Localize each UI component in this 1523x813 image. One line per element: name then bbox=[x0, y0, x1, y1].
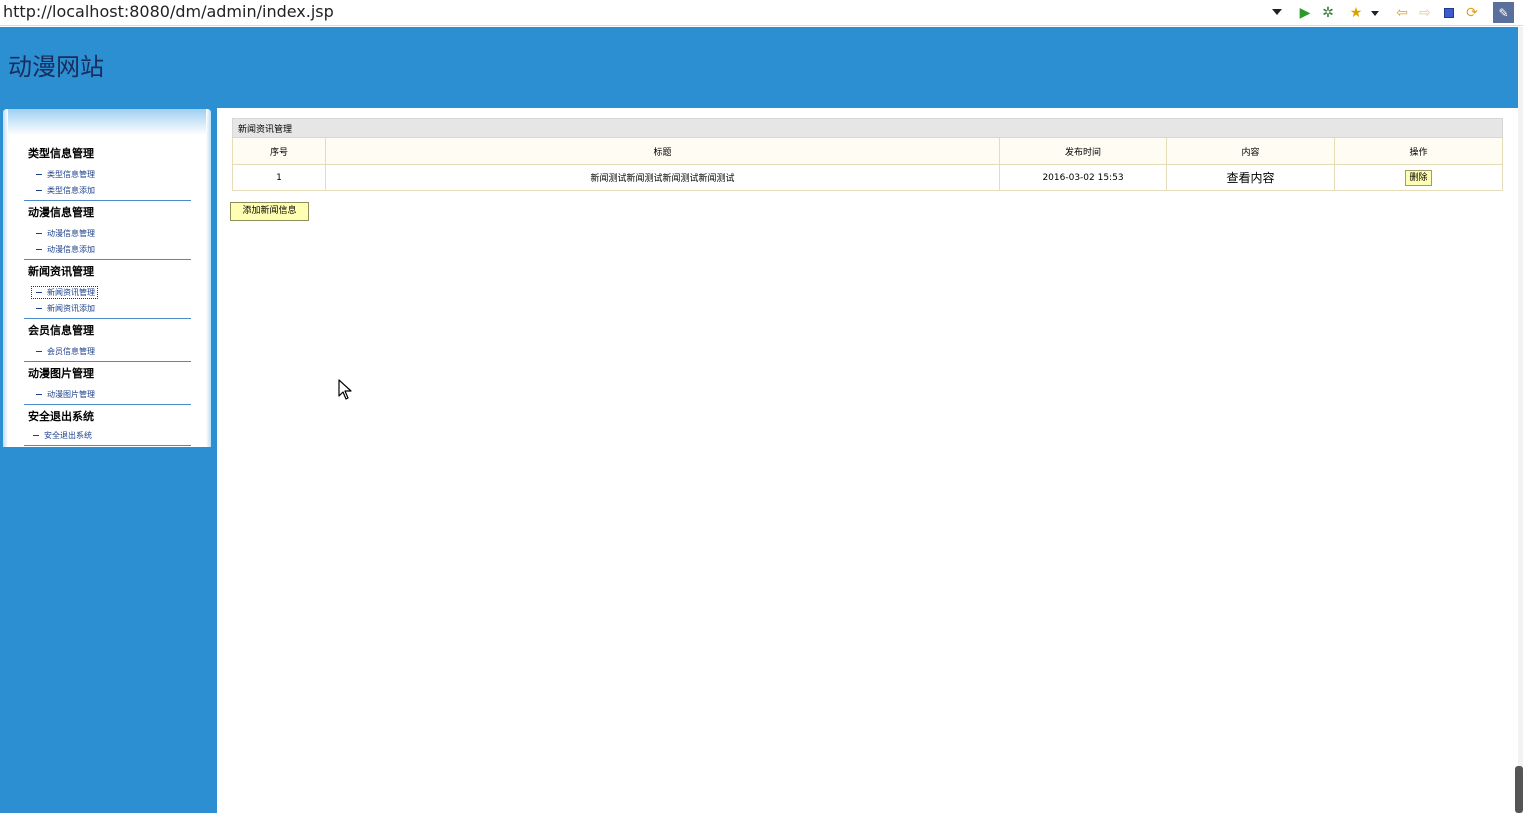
cell-action: 删除 bbox=[1334, 164, 1503, 191]
sidebar-item-news-manage[interactable]: 新闻资讯管理 bbox=[31, 286, 98, 299]
menu-separator bbox=[24, 200, 191, 201]
add-news-button[interactable]: 添加新闻信息 bbox=[230, 202, 309, 221]
site-header: 动漫网站 bbox=[0, 27, 1518, 108]
table-caption-row: 新闻资讯管理 bbox=[232, 118, 1503, 138]
sidebar-item-label: 类型信息管理 bbox=[47, 170, 95, 179]
scrollbar-thumb[interactable] bbox=[1515, 766, 1523, 813]
sidebar-item-label: 类型信息添加 bbox=[47, 186, 95, 195]
sidebar-item-label: 会员信息管理 bbox=[47, 347, 95, 356]
sidebar-item-news-add[interactable]: 新闻资讯添加 bbox=[36, 303, 95, 314]
sidebar-menu: 类型信息管理 类型信息管理 类型信息添加 动漫信息管理 动漫信息管理 动漫信息添… bbox=[3, 109, 211, 447]
dash-icon bbox=[36, 308, 42, 309]
sidebar-item-anime-add[interactable]: 动漫信息添加 bbox=[36, 244, 95, 255]
menu-separator bbox=[24, 259, 191, 260]
menu-group-type: 类型信息管理 bbox=[28, 147, 94, 160]
cell-content: 查看内容 bbox=[1166, 164, 1335, 191]
menu-separator bbox=[24, 404, 191, 405]
menu-left-glow bbox=[3, 109, 8, 447]
dash-icon bbox=[36, 233, 42, 234]
sidebar-item-type-manage[interactable]: 类型信息管理 bbox=[36, 169, 95, 180]
dash-icon bbox=[36, 351, 42, 352]
browser-toolbar: http://localhost:8080/dm/admin/index.jsp… bbox=[0, 0, 1523, 26]
dash-icon bbox=[36, 174, 42, 175]
column-header-time: 发布时间 bbox=[999, 137, 1167, 165]
menu-separator bbox=[24, 445, 191, 446]
news-table: 新闻资讯管理 序号 标题 发布时间 内容 操作 1 新闻测试新闻测试新闻测试新闻… bbox=[232, 118, 1503, 191]
menu-group-image: 动漫图片管理 bbox=[28, 367, 94, 380]
favorite-icon[interactable]: ★ bbox=[1347, 4, 1365, 22]
debug-icon[interactable]: ✲ bbox=[1319, 4, 1337, 22]
back-icon[interactable]: ⇦ bbox=[1393, 4, 1411, 22]
sidebar-item-label: 动漫信息添加 bbox=[47, 245, 95, 254]
refresh-icon[interactable]: ⟳ bbox=[1463, 4, 1481, 22]
mouse-cursor-icon bbox=[338, 379, 352, 400]
sidebar-item-type-add[interactable]: 类型信息添加 bbox=[36, 185, 95, 196]
sidebar-column: 类型信息管理 类型信息管理 类型信息添加 动漫信息管理 动漫信息管理 动漫信息添… bbox=[0, 108, 217, 813]
menu-group-member: 会员信息管理 bbox=[28, 324, 94, 337]
site-title: 动漫网站 bbox=[8, 53, 104, 81]
view-content-link[interactable]: 查看内容 bbox=[1226, 171, 1274, 185]
dash-icon bbox=[36, 394, 42, 395]
column-header-action: 操作 bbox=[1334, 137, 1503, 165]
sidebar-item-label: 动漫图片管理 bbox=[47, 390, 95, 399]
menu-group-anime: 动漫信息管理 bbox=[28, 206, 94, 219]
eclipse-icon[interactable]: ✎ bbox=[1493, 2, 1514, 23]
dash-icon bbox=[36, 190, 42, 191]
table-caption: 新闻资讯管理 bbox=[232, 118, 1503, 138]
menu-separator bbox=[24, 318, 191, 319]
menu-group-logout: 安全退出系统 bbox=[28, 410, 94, 423]
sidebar-item-anime-manage[interactable]: 动漫信息管理 bbox=[36, 228, 95, 239]
column-header-index: 序号 bbox=[232, 137, 326, 165]
sidebar-item-label: 安全退出系统 bbox=[44, 431, 92, 440]
cell-index: 1 bbox=[232, 164, 326, 191]
table-header-row: 序号 标题 发布时间 内容 操作 bbox=[232, 137, 1503, 165]
menu-group-news: 新闻资讯管理 bbox=[28, 265, 94, 278]
sidebar-item-image-manage[interactable]: 动漫图片管理 bbox=[36, 389, 95, 400]
scrollbar-track[interactable] bbox=[1518, 27, 1523, 813]
cell-time: 2016-03-02 15:53 bbox=[999, 164, 1167, 191]
sidebar-item-logout[interactable]: 安全退出系统 bbox=[33, 430, 92, 441]
favorite-dropdown-icon[interactable] bbox=[1369, 4, 1381, 22]
dash-icon bbox=[36, 249, 42, 250]
menu-separator bbox=[24, 361, 191, 362]
sidebar-item-member-manage[interactable]: 会员信息管理 bbox=[36, 346, 95, 357]
menu-right-glow bbox=[206, 109, 211, 447]
forward-icon[interactable]: ⇨ bbox=[1416, 4, 1434, 22]
column-header-content: 内容 bbox=[1166, 137, 1335, 165]
sidebar-item-label: 新闻资讯添加 bbox=[47, 304, 95, 313]
url-dropdown-icon[interactable] bbox=[1272, 9, 1282, 15]
stop-icon[interactable] bbox=[1440, 4, 1458, 22]
url-bar[interactable]: http://localhost:8080/dm/admin/index.jsp bbox=[3, 2, 334, 21]
cell-title: 新闻测试新闻测试新闻测试新闻测试 bbox=[325, 164, 1000, 191]
column-header-title: 标题 bbox=[325, 137, 1000, 165]
menu-top-glow bbox=[3, 109, 211, 135]
sidebar-item-label: 新闻资讯管理 bbox=[47, 288, 95, 297]
dash-icon bbox=[36, 292, 42, 293]
sidebar-item-label: 动漫信息管理 bbox=[47, 229, 95, 238]
delete-button[interactable]: 删除 bbox=[1405, 169, 1432, 186]
table-row: 1 新闻测试新闻测试新闻测试新闻测试 2016-03-02 15:53 查看内容… bbox=[232, 164, 1503, 191]
run-icon[interactable]: ▶ bbox=[1296, 4, 1314, 22]
dash-icon bbox=[33, 435, 39, 436]
